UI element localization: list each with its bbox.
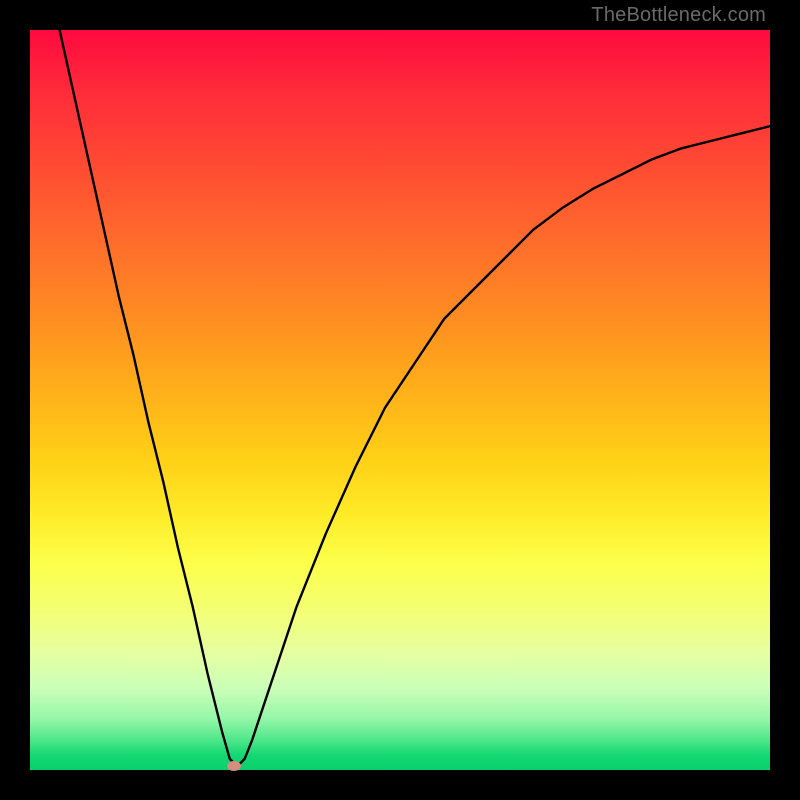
optimal-point-marker [227,761,241,771]
plot-area [30,30,770,770]
watermark-text: TheBottleneck.com [591,4,766,27]
chart-frame: TheBottleneck.com [0,0,800,800]
bottleneck-curve [60,30,770,766]
curve-svg [30,30,770,770]
